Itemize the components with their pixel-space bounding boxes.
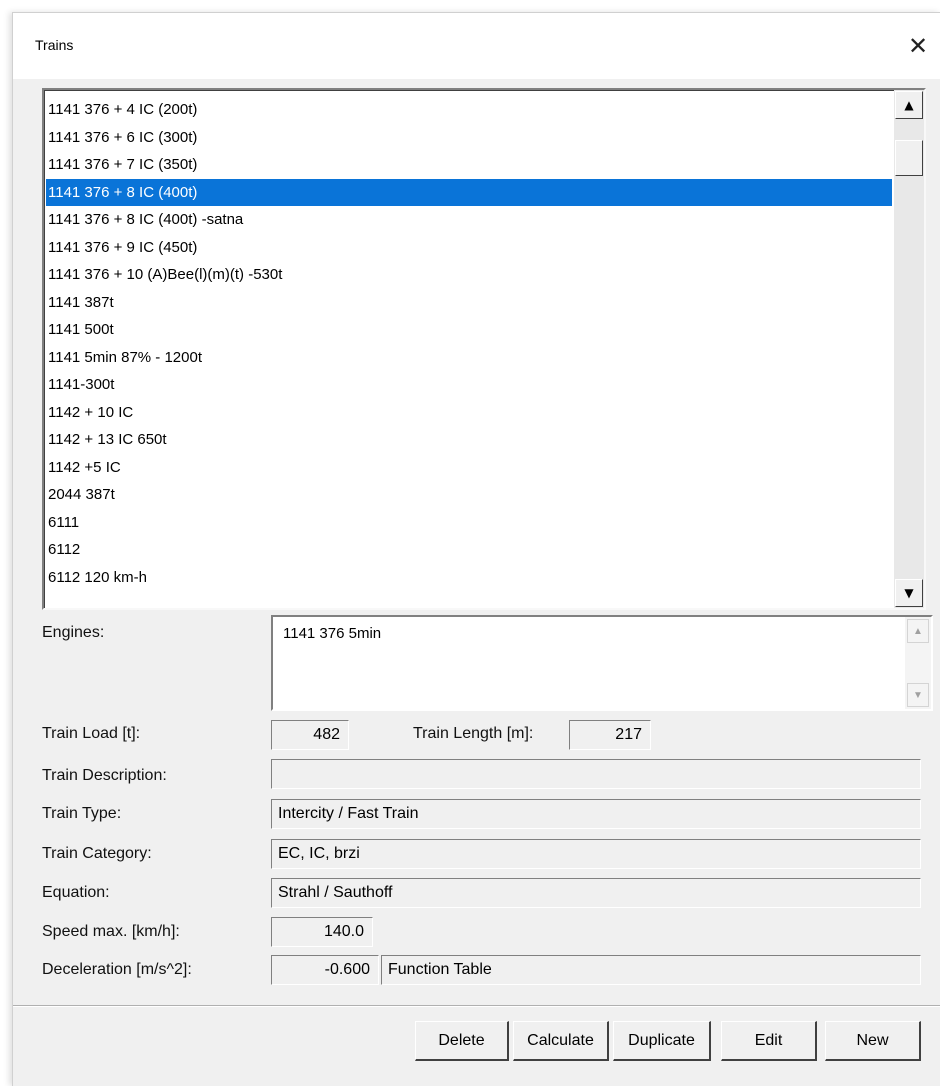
delete-button[interactable]: Delete (415, 1021, 509, 1061)
deceleration-mode-field[interactable]: Function Table (381, 955, 921, 985)
train-list-item[interactable]: 1141 5min 87% - 1200t (46, 344, 892, 372)
scroll-down-icon[interactable]: ▼ (895, 579, 923, 607)
deceleration-label: Deceleration [m/s^2]: (42, 961, 192, 978)
speed-max-label: Speed max. [km/h]: (42, 923, 180, 940)
train-list-item[interactable]: 1141 376 + 9 IC (450t) (46, 234, 892, 262)
scroll-up-icon[interactable]: ▲ (895, 91, 923, 119)
train-type-label: Train Type: (42, 805, 122, 822)
window-title: Trains (35, 37, 74, 53)
engines-label: Engines: (42, 624, 105, 641)
equation-label: Equation: (42, 884, 110, 901)
edit-button[interactable]: Edit (721, 1021, 817, 1061)
engines-field[interactable]: 1141 376 5min ▲ ▼ (271, 615, 933, 711)
engines-value: 1141 376 5min (283, 625, 382, 642)
train-list-item[interactable]: 1141 376 + 6 IC (300t) (46, 124, 892, 152)
train-category-field[interactable]: EC, IC, brzi (271, 839, 921, 869)
train-list-item[interactable]: 6112 (46, 536, 892, 564)
train-type-field[interactable]: Intercity / Fast Train (271, 799, 921, 829)
duplicate-button[interactable]: Duplicate (613, 1021, 711, 1061)
train-list-item[interactable]: 1141 376 + 4 IC (200t) (46, 96, 892, 124)
engines-scrollbar[interactable]: ▲ ▼ (905, 617, 931, 709)
train-list-items: 1141 376 + 4 IC (200t) 1141 376 + 6 IC (3… (46, 96, 892, 591)
train-length-label: Train Length [m]: (413, 725, 534, 742)
train-description-field[interactable] (271, 759, 921, 789)
speed-max-field[interactable]: 140.0 (271, 917, 373, 947)
train-list-item[interactable]: 1141-300t (46, 371, 892, 399)
title-bar: Trains ✕ (13, 13, 940, 79)
deceleration-field[interactable]: -0.600 (271, 955, 379, 985)
train-load-field[interactable]: 482 (271, 720, 349, 750)
train-list-item[interactable]: 1141 387t (46, 289, 892, 317)
train-list-item[interactable]: 6111 (46, 509, 892, 537)
separator (13, 1005, 940, 1007)
train-list-item[interactable]: 6112 120 km-h (46, 564, 892, 592)
train-list-scrollbar[interactable]: ▲ ▼ (894, 90, 924, 608)
train-list-item[interactable]: 1141 376 + 8 IC (400t) -satna (46, 206, 892, 234)
train-length-field[interactable]: 217 (569, 720, 651, 750)
train-load-label: Train Load [t]: (42, 725, 141, 742)
train-list-item[interactable]: 1142 +5 IC (46, 454, 892, 482)
trains-dialog: Trains ✕ 1141 376 + 4 IC (200t) 1141 376 … (12, 12, 940, 1086)
train-list-item[interactable]: 1142 + 13 IC 650t (46, 426, 892, 454)
train-list-item[interactable]: 1141 376 + 10 (A)Bee(l)(m)(t) -530t (46, 261, 892, 289)
train-list-item[interactable]: 1141 376 + 7 IC (350t) (46, 151, 892, 179)
engines-scroll-up-icon[interactable]: ▲ (907, 619, 929, 643)
train-category-label: Train Category: (42, 845, 152, 862)
train-list-item[interactable]: 2044 387t (46, 481, 892, 509)
equation-field[interactable]: Strahl / Sauthoff (271, 878, 921, 908)
calculate-button[interactable]: Calculate (513, 1021, 609, 1061)
train-list-item[interactable]: 1141 500t (46, 316, 892, 344)
new-button[interactable]: New (825, 1021, 921, 1061)
close-icon[interactable]: ✕ (895, 23, 940, 69)
scroll-thumb[interactable] (895, 140, 923, 176)
train-list[interactable]: 1141 376 + 4 IC (200t) 1141 376 + 6 IC (3… (42, 88, 926, 610)
train-list-item[interactable]: 1142 + 10 IC (46, 399, 892, 427)
engines-scroll-down-icon[interactable]: ▼ (907, 683, 929, 707)
train-description-label: Train Description: (42, 767, 167, 784)
train-list-item[interactable]: 1141 376 + 8 IC (400t) (46, 178, 892, 206)
